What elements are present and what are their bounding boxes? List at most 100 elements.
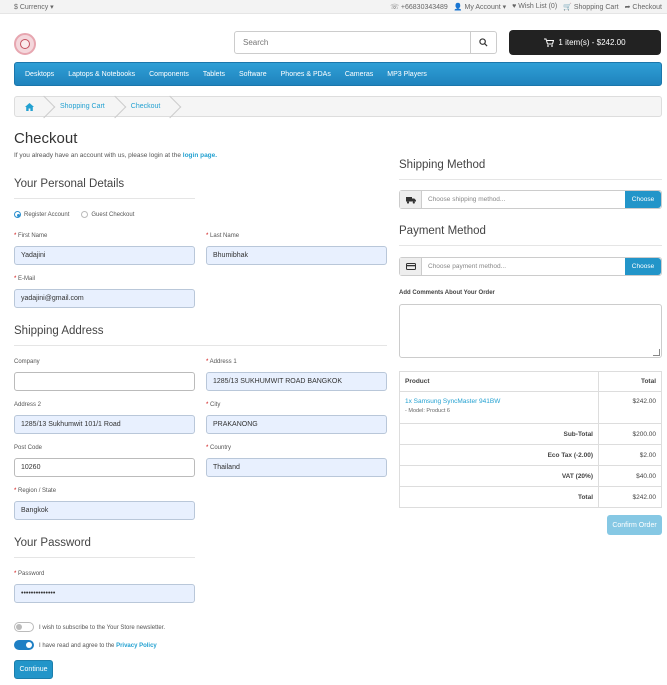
continue-button[interactable]: Continue bbox=[14, 660, 53, 679]
newsletter-label: I wish to subscribe to the Your Store ne… bbox=[39, 625, 166, 631]
password-label-text: Password bbox=[18, 571, 45, 577]
payment-method-title: Payment Method bbox=[399, 225, 662, 246]
email-label: * E-Mail bbox=[14, 276, 36, 282]
currency-dropdown[interactable]: $ Currency ▾ bbox=[14, 3, 54, 11]
choose-shipping-button[interactable]: Choose bbox=[625, 191, 661, 208]
cart-button[interactable]: 1 item(s) - $242.00 bbox=[509, 30, 661, 55]
city-label-text: City bbox=[210, 402, 221, 408]
top-bar: $ Currency ▾ ☏ +66830343489 👤 My Account… bbox=[0, 0, 667, 14]
vat-row: VAT (20%) $40.00 bbox=[399, 465, 662, 487]
email-label-text: E-Mail bbox=[18, 276, 36, 282]
home-icon bbox=[25, 102, 34, 111]
email-field[interactable]: yadajini@gmail.com bbox=[14, 289, 195, 308]
last-name-label-text: Last Name bbox=[210, 233, 240, 239]
breadcrumb: Shopping Cart Checkout bbox=[14, 96, 662, 117]
my-account-dropdown[interactable]: 👤 My Account ▾ bbox=[454, 3, 506, 11]
product-link[interactable]: 1x Samsung SyncMaster 941BW bbox=[405, 398, 500, 405]
personal-details-title: Your Personal Details bbox=[14, 178, 195, 199]
nav-item-components[interactable]: Components bbox=[149, 71, 189, 78]
guest-label: Guest Checkout bbox=[91, 212, 135, 219]
breadcrumb-shopping-cart[interactable]: Shopping Cart bbox=[46, 97, 117, 116]
shopping-cart-link[interactable]: 🛒 Shopping Cart bbox=[563, 3, 618, 11]
product-column-header: Product bbox=[399, 371, 599, 392]
cart-label: 1 item(s) - $242.00 bbox=[558, 38, 626, 47]
grand-total-label: Total bbox=[399, 486, 599, 508]
company-label: Company bbox=[14, 359, 40, 365]
grand-total-value: $242.00 bbox=[598, 486, 662, 508]
login-page-link[interactable]: login page. bbox=[183, 152, 217, 159]
last-name-field[interactable]: Bhumibhak bbox=[206, 246, 387, 265]
wishlist-link[interactable]: ♥ Wish List (0) bbox=[512, 3, 557, 11]
nav-item-desktops[interactable]: Desktops bbox=[25, 71, 54, 78]
first-name-label-text: First Name bbox=[18, 233, 48, 239]
breadcrumb-home[interactable] bbox=[15, 97, 46, 116]
country-label: * Country bbox=[206, 445, 232, 451]
subtotal-label: Sub-Total bbox=[399, 423, 599, 445]
company-field[interactable] bbox=[14, 372, 195, 391]
vat-label: VAT (20%) bbox=[399, 465, 599, 487]
nav-item-laptops[interactable]: Laptops & Notebooks bbox=[68, 71, 135, 78]
nav-item-software[interactable]: Software bbox=[239, 71, 267, 78]
login-note: If you already have an account with us, … bbox=[14, 152, 217, 159]
nav-item-cameras[interactable]: Cameras bbox=[345, 71, 373, 78]
country-select[interactable]: Thailand bbox=[206, 458, 387, 477]
phone-link[interactable]: ☏ +66830343489 bbox=[390, 3, 448, 11]
privacy-toggle[interactable] bbox=[14, 640, 34, 650]
register-radio[interactable] bbox=[14, 211, 21, 218]
page-title: Checkout bbox=[14, 130, 78, 147]
password-label: * Password bbox=[14, 571, 45, 577]
shopping-cart-label: Shopping Cart bbox=[573, 4, 619, 11]
subtotal-value: $200.00 bbox=[598, 423, 662, 445]
comments-textarea[interactable] bbox=[399, 304, 662, 358]
breadcrumb-checkout[interactable]: Checkout bbox=[117, 97, 173, 116]
nav-item-tablets[interactable]: Tablets bbox=[203, 71, 225, 78]
credit-card-icon bbox=[400, 258, 422, 275]
region-label: * Region / State bbox=[14, 488, 57, 494]
order-summary-table: Product Total 1x Samsung SyncMaster 941B… bbox=[399, 371, 662, 508]
postcode-field[interactable]: 10260 bbox=[14, 458, 195, 477]
first-name-field[interactable]: Yadajini bbox=[14, 246, 195, 265]
checkout-link[interactable]: ➦ Checkout bbox=[625, 3, 662, 11]
city-field[interactable]: PRAKANONG bbox=[206, 415, 387, 434]
total-column-header: Total bbox=[598, 371, 662, 392]
grand-total-row: Total $242.00 bbox=[399, 486, 662, 508]
nav-item-phones[interactable]: Phones & PDAs bbox=[281, 71, 331, 78]
choose-payment-button[interactable]: Choose bbox=[625, 258, 661, 275]
comments-label: Add Comments About Your Order bbox=[399, 290, 495, 296]
confirm-order-button[interactable]: Confirm Order bbox=[607, 515, 662, 535]
password-field[interactable]: •••••••••••••• bbox=[14, 584, 195, 603]
guest-checkout-option[interactable]: Guest Checkout bbox=[81, 211, 134, 218]
register-account-option[interactable]: Register Account bbox=[14, 211, 69, 218]
first-name-label: * First Name bbox=[14, 233, 48, 239]
cart-icon bbox=[544, 38, 555, 47]
product-cell: 1x Samsung SyncMaster 941BW - Model: Pro… bbox=[399, 391, 599, 424]
vat-value: $40.00 bbox=[598, 465, 662, 487]
payment-method-input[interactable]: Choose payment method... bbox=[422, 258, 625, 275]
privacy-policy-link[interactable]: Privacy Policy bbox=[116, 643, 157, 649]
postcode-label: Post Code bbox=[14, 445, 43, 451]
search-bar bbox=[234, 31, 497, 54]
search-button[interactable] bbox=[470, 32, 496, 53]
nav-item-mp3[interactable]: MP3 Players bbox=[387, 71, 427, 78]
table-row: 1x Samsung SyncMaster 941BW - Model: Pro… bbox=[399, 391, 662, 424]
shipping-method-group: Choose shipping method... Choose bbox=[399, 190, 662, 209]
address1-field[interactable]: 1285/13 SUKHUMWIT ROAD BANGKOK bbox=[206, 372, 387, 391]
subtotal-row: Sub-Total $200.00 bbox=[399, 423, 662, 445]
resize-grip-icon[interactable] bbox=[653, 349, 660, 356]
address2-field[interactable]: 1285/13 Sukhumwit 101/1 Road bbox=[14, 415, 195, 434]
country-label-text: Country bbox=[210, 445, 232, 451]
region-select[interactable]: Bangkok bbox=[14, 501, 195, 520]
shipping-method-input[interactable]: Choose shipping method... bbox=[422, 191, 625, 208]
guest-radio[interactable] bbox=[81, 211, 89, 218]
newsletter-toggle[interactable] bbox=[14, 622, 34, 632]
privacy-label: I have read and agree to the Privacy Pol… bbox=[39, 643, 157, 649]
main-nav: Desktops Laptops & Notebooks Components … bbox=[14, 62, 662, 86]
store-logo[interactable] bbox=[14, 33, 36, 55]
last-name-label: * Last Name bbox=[206, 233, 240, 239]
checkout-label: Checkout bbox=[632, 4, 662, 11]
table-header-row: Product Total bbox=[399, 371, 662, 392]
address1-label-text: Address 1 bbox=[209, 359, 237, 365]
payment-method-group: Choose payment method... Choose bbox=[399, 257, 662, 276]
phone-label: +66830343489 bbox=[400, 4, 448, 11]
search-input[interactable] bbox=[235, 32, 470, 53]
